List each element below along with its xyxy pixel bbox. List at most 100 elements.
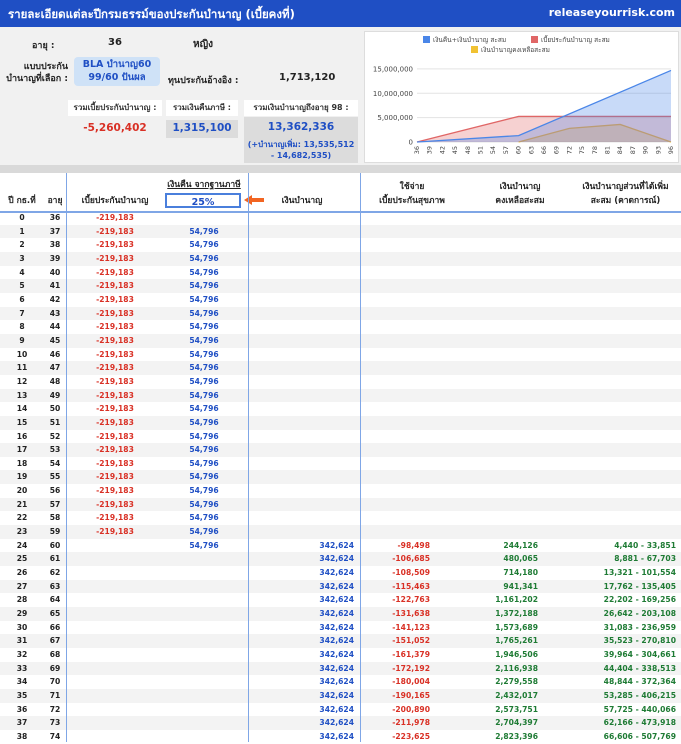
th-premium: เบี้ยประกันบำนาญ [81,196,149,206]
cell-age: 59 [49,527,61,537]
tax-rate-input[interactable]: 25% [165,193,241,208]
x-tick-label: 39 [426,146,434,154]
cell-age: 68 [49,650,61,659]
cell-tax-refund: 54,796 [189,445,219,455]
cell-premium: -219,183 [96,458,134,468]
cell-annuity: 342,624 [319,554,354,564]
cell-age: 52 [49,431,61,441]
table-row: 15 51 -219,183 54,796 [0,415,681,430]
cell-year: 1 [19,226,25,236]
th-balance-2: คงเหลือสะสม [495,196,545,206]
cell-tax-refund: 54,796 [189,376,219,386]
cell-year: 3 [19,253,25,263]
cell-age: 40 [49,267,61,277]
cell-medical: -151,052 [392,636,430,646]
table-row: 24 60 54,796 342,624 -98,498 244,126 4,440 - 3… [0,539,681,553]
cell-year: 34 [16,677,28,687]
th-medical-2: เบี้ยประกันสุขภาพ [379,196,445,206]
cell-premium: -219,183 [96,431,134,441]
cell-age: 50 [49,404,61,414]
cell-annuity: 342,624 [319,581,354,591]
col-divider [248,211,249,742]
cell-age: 70 [49,677,61,687]
cell-extra: 53,285 - 406,215 [603,690,676,700]
cell-medical: -98,498 [397,540,430,550]
extra-annuity-note: (+บำนาญเพิ่ม: 13,535,512 - 14,682,535) [247,140,355,160]
cell-tax-refund: 54,796 [189,527,219,537]
x-tick-label: 54 [489,146,497,154]
cell-age: 66 [49,622,61,632]
plan-selector[interactable]: BLA บำนาญ60 99/60 ปันผล [74,57,160,86]
table-row: 37 73 342,624 -211,978 2,704,397 62,166 - 473… [0,716,681,730]
x-tick-label: 84 [616,146,624,154]
cell-annuity: 342,624 [319,690,354,700]
cell-tax-refund: 54,796 [189,240,219,250]
brand-link[interactable]: releaseyourrisk.com [549,6,675,19]
th-tax-refund: เงินคืน จากฐานภาษี [167,180,241,190]
cell-annuity: 342,624 [319,540,354,550]
table-row: 16 52 -219,183 54,796 [0,430,681,444]
cell-premium: -219,183 [96,376,134,386]
cell-extra: 57,725 - 440,066 [603,704,676,714]
cell-medical: -211,978 [392,718,430,728]
cell-year: 21 [16,499,28,509]
cell-year: 9 [19,335,25,345]
table-row: 13 49 -219,183 54,796 [0,388,681,403]
cell-extra: 26,642 - 203,108 [603,609,676,619]
cell-annuity: 342,624 [319,718,354,728]
cell-annuity: 342,624 [319,731,354,741]
cell-year: 33 [16,663,28,673]
cell-premium: -219,183 [96,281,134,291]
cell-year: 15 [16,417,28,427]
th-balance-1: เงินบำนาญ [499,182,541,192]
table-header: ปี กธ.ที่ อายุ เบี้ยประกันบำนาญ เงินคืน … [0,173,681,213]
cell-year: 24 [16,540,28,550]
cell-year: 36 [16,704,28,714]
cell-annuity: 342,624 [319,677,354,687]
cell-year: 30 [16,622,28,632]
x-tick-label: 63 [527,146,535,154]
cell-age: 43 [49,308,61,318]
table-row: 27 63 342,624 -115,463 941,341 17,762 - 135,4… [0,579,681,594]
cell-year: 32 [16,650,28,659]
table-row: 9 45 -219,183 54,796 [0,333,681,348]
table-row: 7 43 -219,183 54,796 [0,306,681,321]
cell-annuity: 342,624 [319,663,354,673]
cell-year: 10 [16,349,28,359]
col-divider [360,173,361,211]
cell-age: 46 [49,349,61,359]
table-row: 25 61 342,624 -106,685 480,065 8,881 - 67,703 [0,552,681,567]
cell-extra: 62,166 - 473,918 [603,718,676,728]
top-bar: รายละเอียดแต่ละปีกรมธรรม์ของประกันบำนาญ … [0,0,681,27]
cell-age: 62 [49,568,61,578]
x-tick-label: 69 [553,146,561,154]
legend-label: เงินบำนาญคงเหลือสะสม [481,46,550,54]
cell-year: 17 [16,445,28,455]
cell-year: 16 [16,431,28,441]
x-tick-label: 36 [413,146,421,154]
cell-age: 56 [49,486,61,496]
table-row: 23 59 -219,183 54,796 [0,525,681,539]
table-row: 18 54 -219,183 54,796 [0,457,681,471]
cell-extra: 8,881 - 67,703 [614,554,676,564]
page-title: รายละเอียดแต่ละปีกรมธรรม์ของประกันบำนาญ … [8,7,295,21]
cell-tax-refund: 54,796 [189,431,219,441]
cell-age: 58 [49,513,61,523]
cell-medical: -115,463 [392,581,430,591]
cell-year: 29 [16,609,28,619]
cell-extra: 48,844 - 372,364 [603,677,676,687]
cell-premium: -219,183 [96,226,134,236]
cell-medical: -106,685 [392,554,430,564]
cell-medical: -180,004 [392,677,430,687]
cell-age: 63 [49,581,61,591]
table-row: 22 58 -219,183 54,796 [0,511,681,525]
cell-extra: 31,083 - 236,959 [603,622,676,632]
cell-medical: -190,165 [392,690,430,700]
cell-year: 37 [16,718,28,728]
cell-tax-refund: 54,796 [189,294,219,304]
plan-line-1: BLA บำนาญ60 [82,59,152,70]
cell-tax-refund: 54,796 [189,499,219,509]
cell-year: 2 [19,240,25,250]
col-divider [66,211,67,742]
table-row: 12 48 -219,183 54,796 [0,375,681,389]
